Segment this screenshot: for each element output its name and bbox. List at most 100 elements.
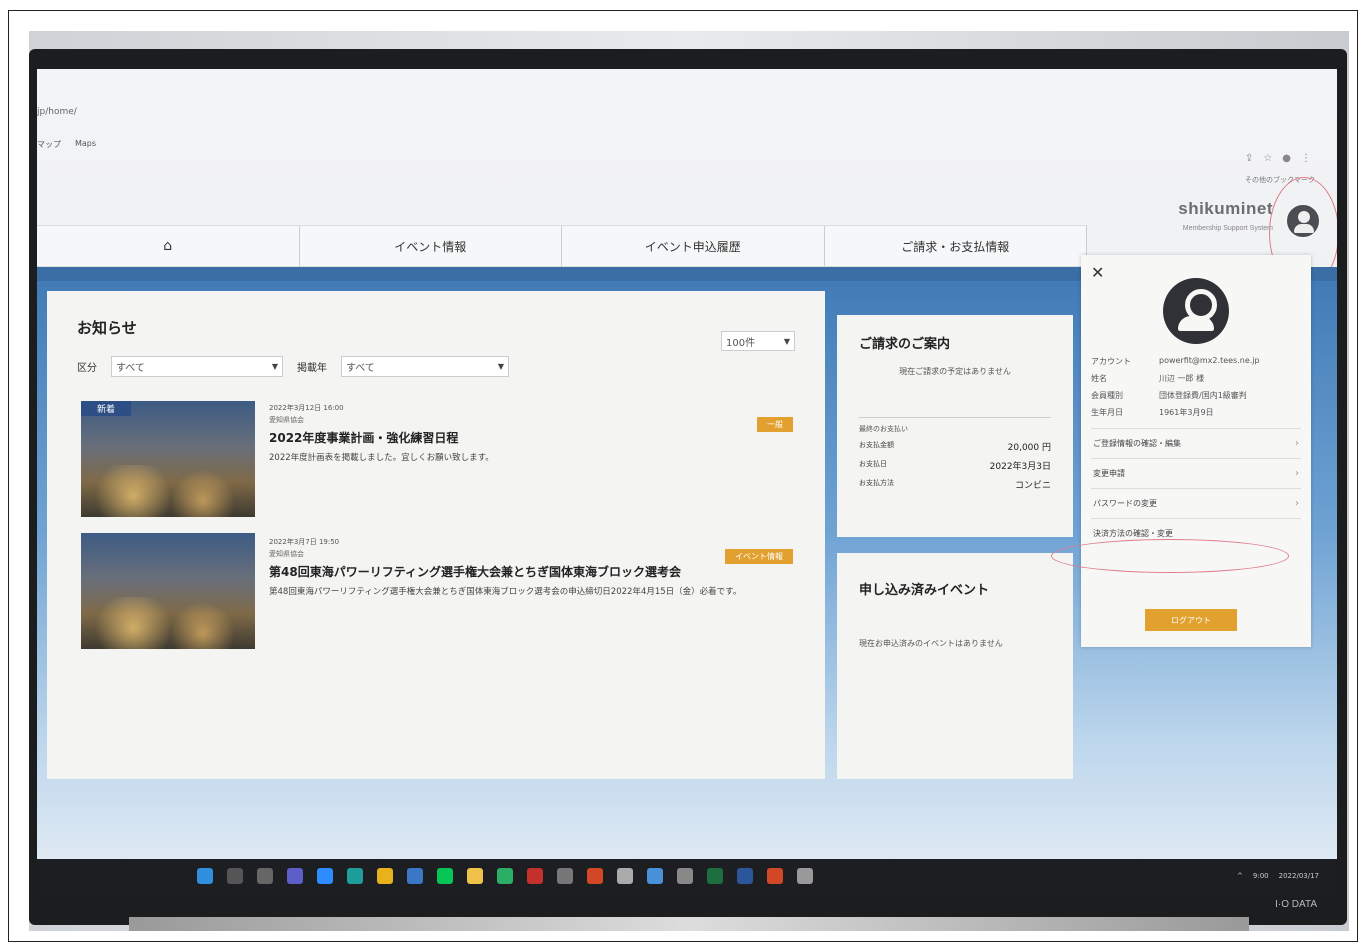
news-article[interactable]: 2022年3月7日 19:50 愛知県協会 第48回東海パワーリフティング選手権… — [81, 533, 801, 653]
profile-type-value: 団体登録費/国内1級審判 — [1159, 391, 1247, 400]
dropdown-icon: ▼ — [783, 336, 790, 346]
filter-year-select[interactable]: すべて ▼ — [341, 356, 509, 377]
profile-name-row: 姓名 川辺 一郎 様 — [1091, 373, 1301, 384]
profile-birth-label: 生年月日 — [1091, 408, 1123, 417]
task-view-icon[interactable] — [257, 868, 273, 884]
chevron-right-icon: › — [1295, 438, 1299, 449]
events-none-text: 現在お申込済みのイベントはありません — [859, 639, 1003, 648]
notes-icon[interactable] — [497, 868, 513, 884]
profile-name-value: 川辺 一郎 様 — [1159, 374, 1205, 383]
monitor-stand — [129, 917, 1249, 931]
edge-icon[interactable] — [347, 868, 363, 884]
count-value: 100件 — [726, 337, 756, 349]
news-article[interactable]: 新着 2022年3月12日 16:00 愛知県協会 2022年度事業計画・強化練… — [81, 401, 801, 521]
site-logo-subtitle: Membership Support System — [1182, 225, 1273, 232]
article-thumbnail[interactable] — [81, 533, 255, 649]
app-icon[interactable] — [407, 868, 423, 884]
start-icon[interactable] — [197, 868, 213, 884]
news-filters: 区分 すべて ▼ 掲載年 すべて ▼ — [77, 356, 795, 377]
menu-change-request-label: 変更申請 — [1093, 469, 1125, 478]
app-icon[interactable] — [647, 868, 663, 884]
app-icon[interactable] — [677, 868, 693, 884]
billing-date-label: お支払日 — [859, 460, 887, 468]
annotation-ellipse-payment — [1051, 539, 1289, 573]
filter-category-value: すべて — [116, 363, 145, 374]
nav-billing[interactable]: ご請求・お支払情報 — [825, 226, 1087, 266]
powerpoint-icon[interactable] — [767, 868, 783, 884]
browser-toolbar-icons: ⇪ ☆ ● ⋮ — [1245, 153, 1311, 164]
logout-button[interactable]: ログアウト — [1145, 609, 1237, 631]
app-icon[interactable] — [797, 868, 813, 884]
billing-last-label: 最終のお支払い — [859, 417, 1051, 434]
count-select[interactable]: 100件 ▼ — [721, 331, 795, 351]
profile-type-label: 会員種別 — [1091, 391, 1123, 400]
app-icon[interactable] — [587, 868, 603, 884]
menu-change-request[interactable]: 変更申請 › — [1091, 458, 1301, 488]
menu-edit-profile[interactable]: ご登録情報の確認・編集 › — [1091, 428, 1301, 458]
nav-event-history[interactable]: イベント申込履歴 — [562, 226, 825, 266]
nav-event-info[interactable]: イベント情報 — [300, 226, 562, 266]
profile-avatar-icon — [1163, 278, 1229, 344]
article-tag: イベント情報 — [725, 549, 793, 564]
browser-screen: jp/home/ マップ Maps ⇪ ☆ ● ⋮ その他のブックマーク shi… — [37, 69, 1337, 859]
app-icon[interactable] — [617, 868, 633, 884]
news-title: お知らせ — [77, 319, 137, 337]
monitor-brand: I·O DATA — [1275, 899, 1317, 910]
news-card: お知らせ 区分 すべて ▼ 掲載年 すべて ▼ 100件 ▼ 新着 2022年3… — [47, 291, 825, 779]
billing-method-value: コンビニ — [1014, 481, 1051, 491]
filter-year-label: 掲載年 — [297, 363, 327, 374]
article-title[interactable]: 2022年度事業計画・強化練習日程 — [269, 429, 799, 446]
profile-info: アカウント powerfit@mx2.tees.ne.jp 姓名 川辺 一郎 様… — [1091, 356, 1301, 418]
article-tag: 一般 — [757, 417, 793, 432]
nav-home[interactable]: ⌂ — [37, 226, 300, 266]
app-icon[interactable] — [527, 868, 543, 884]
billing-method-row: お支払方法 コンビニ — [859, 478, 1051, 491]
article-thumbnail[interactable]: 新着 — [81, 401, 255, 517]
menu-payment-method-label: 決済方法の確認・変更 — [1093, 529, 1173, 538]
profile-menu: ご登録情報の確認・編集 › 変更申請 › パスワードの変更 › 決済方法の確認・… — [1091, 428, 1301, 548]
zoom-icon[interactable] — [317, 868, 333, 884]
article-org: 愛知県協会 — [269, 416, 304, 424]
billing-none-text: 現在ご請求の予定はありません — [899, 367, 1011, 376]
profile-birth-value: 1961年3月9日 — [1159, 408, 1214, 417]
word-icon[interactable] — [737, 868, 753, 884]
article-org: 愛知県協会 — [269, 550, 304, 558]
new-badge: 新着 — [81, 401, 132, 416]
profile-account-value: powerfit@mx2.tees.ne.jp — [1159, 356, 1260, 365]
events-card: 申し込み済みイベント 現在お申込済みのイベントはありません — [837, 553, 1073, 779]
article-date: 2022年3月12日 16:00 — [269, 404, 344, 412]
events-title: 申し込み済みイベント — [859, 583, 990, 598]
article-body: 2022年3月12日 16:00 愛知県協会 2022年度事業計画・強化練習日程… — [269, 403, 799, 466]
chevron-up-icon[interactable]: ^ — [1237, 872, 1243, 880]
bookmark-map[interactable]: マップ — [37, 139, 61, 150]
billing-date-value: 2022年3月3日 — [989, 462, 1051, 472]
filter-category-select[interactable]: すべて ▼ — [111, 356, 283, 377]
article-title[interactable]: 第48回東海パワーリフティング選手権大会兼とちぎ国体東海ブロック選考会 — [269, 563, 799, 580]
profile-account-row: アカウント powerfit@mx2.tees.ne.jp — [1091, 356, 1301, 367]
line-icon[interactable] — [437, 868, 453, 884]
bookmark-maps[interactable]: Maps — [75, 139, 96, 150]
site-logo[interactable]: shikuminet — [1178, 199, 1273, 219]
app-icon[interactable] — [557, 868, 573, 884]
system-tray: ^ 9:00 2022/03/17 — [1237, 872, 1319, 880]
excel-icon[interactable] — [707, 868, 723, 884]
billing-amount-value: 20,000 円 — [1007, 443, 1051, 453]
url-bar[interactable]: jp/home/ — [37, 107, 77, 125]
search-icon[interactable] — [227, 868, 243, 884]
star-icon[interactable]: ☆ — [1263, 153, 1272, 164]
chrome-icon[interactable] — [377, 868, 393, 884]
share-icon[interactable]: ⇪ — [1245, 153, 1253, 164]
profile-icon[interactable]: ● — [1282, 153, 1291, 164]
article-date: 2022年3月7日 19:50 — [269, 538, 340, 546]
menu-icon[interactable]: ⋮ — [1301, 153, 1311, 164]
teams-icon[interactable] — [287, 868, 303, 884]
profile-type-row: 会員種別 団体登録費/国内1級審判 — [1091, 390, 1301, 401]
folder-icon[interactable] — [467, 868, 483, 884]
photo-frame: jp/home/ マップ Maps ⇪ ☆ ● ⋮ その他のブックマーク shi… — [8, 10, 1358, 942]
profile-dropdown: ✕ アカウント powerfit@mx2.tees.ne.jp 姓名 川辺 一郎… — [1081, 255, 1311, 647]
billing-amount-label: お支払金額 — [859, 441, 894, 449]
taskbar-apps — [197, 868, 813, 884]
menu-change-password[interactable]: パスワードの変更 › — [1091, 488, 1301, 518]
menu-change-password-label: パスワードの変更 — [1093, 499, 1157, 508]
article-body: 2022年3月7日 19:50 愛知県協会 第48回東海パワーリフティング選手権… — [269, 537, 799, 600]
